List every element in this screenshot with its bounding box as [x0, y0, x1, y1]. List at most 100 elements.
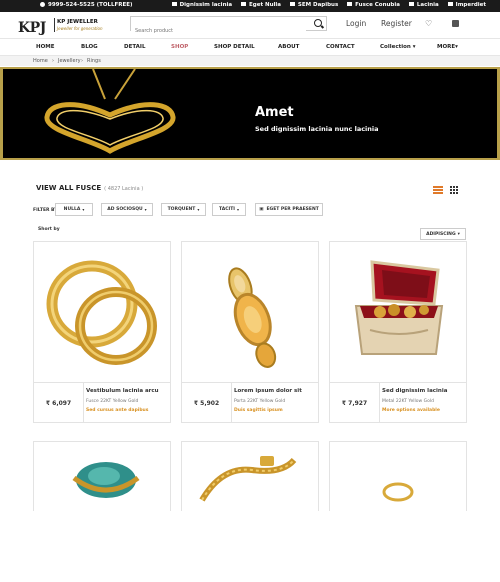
site-logo[interactable]: KPJ KP JEWELLER Jeweller for generation [18, 17, 103, 36]
phone-icon [40, 2, 45, 7]
nav-collection[interactable]: Collection ▾ [380, 44, 415, 50]
chevron-down-icon: ▾ [410, 44, 416, 50]
banner-title: Amet [255, 105, 294, 120]
hero-banner: Amet Sed dignissim lacinia nunc lacinia [0, 67, 500, 160]
product-image[interactable] [182, 242, 318, 382]
top-link-icon [447, 2, 453, 6]
nav-contact[interactable]: CONTACT [326, 44, 355, 50]
phone-number: 9999-524-5525 [48, 2, 95, 8]
product-metal: Metal 22KT Yellow Gold [382, 399, 434, 404]
logo-name: KP JEWELLER [57, 19, 98, 25]
product-price: ₹ 5,902 [182, 383, 232, 423]
calendar-icon: ▣ [259, 207, 264, 212]
top-link-icon [289, 2, 295, 6]
product-name[interactable]: Vestibulum lacinia arcu [86, 388, 159, 394]
product-image[interactable] [182, 442, 318, 582]
chevron-down-icon: ▾ [236, 207, 239, 212]
listing-count: ( 4827 Lacinia ) [104, 186, 144, 192]
nav-home[interactable]: HOME [36, 44, 55, 50]
gold-rings-image [46, 260, 157, 365]
top-link-icon [408, 2, 414, 6]
grid-view-icon[interactable] [450, 186, 459, 194]
jewellery-box-image [354, 260, 444, 355]
breadcrumb-home[interactable]: Home [33, 58, 48, 64]
filter-label: FILTER BY [33, 208, 58, 213]
product-info: ₹ 7,927 Sed dignissim lacinia Metal 22KT… [330, 382, 466, 423]
product-card[interactable] [329, 441, 467, 582]
top-link[interactable]: Fusce Conubia [347, 2, 400, 8]
nav-about[interactable]: ABOUT [278, 44, 299, 50]
product-link[interactable]: Sed cursus ante dapibus [86, 408, 148, 413]
top-link-icon [241, 2, 247, 6]
product-card[interactable]: ₹ 6,097 Vestibulum lacinia arcu Fusce 22… [33, 241, 171, 423]
chevron-down-icon: ▾ [144, 207, 147, 212]
nav-shop[interactable]: SHOP [171, 44, 188, 50]
product-name[interactable]: Sed dignissim lacinia [382, 388, 447, 394]
product-card[interactable]: ₹ 7,927 Sed dignissim lacinia Metal 22KT… [329, 241, 467, 423]
nav-more[interactable]: MORE▾ [437, 44, 458, 50]
logo-mark: KPJ [18, 20, 46, 36]
product-card[interactable] [181, 441, 319, 582]
top-link-icon [347, 2, 353, 6]
search-box [130, 16, 327, 38]
product-metal: Fusce 22KT Yellow Gold [86, 399, 139, 404]
product-image[interactable] [330, 242, 466, 382]
top-link[interactable]: Dignissim lacinia [171, 2, 232, 8]
listing-title: VIEW ALL FUSCE [36, 184, 102, 192]
breadcrumb-jewellery[interactable]: Jewellery [58, 58, 81, 64]
pendant-chain-right [114, 69, 136, 100]
login-link[interactable]: Login [346, 19, 366, 28]
filter-dropdown[interactable]: TACITI ▾ [212, 203, 246, 216]
product-link[interactable]: More options available [382, 408, 440, 413]
top-link[interactable]: SEM Dapibus [289, 2, 338, 8]
nav-shop-detail[interactable]: SHOP DETAIL [214, 44, 255, 50]
filter-dropdown[interactable]: AD SOCIOSQU ▾ [101, 203, 153, 216]
product-info: ₹ 5,902 Lorem ipsum dolor sit Porta 22KT… [182, 382, 318, 423]
product-link[interactable]: Duis sagittis ipsum [234, 408, 283, 413]
tollfree-phone[interactable]: 9999-524-5525 (TOLLFREE) [40, 2, 133, 8]
chevron-down-icon: ▾ [197, 207, 200, 212]
register-link[interactable]: Register [381, 19, 412, 28]
product-name[interactable]: Lorem ipsum dolor sit [234, 388, 302, 394]
wishlist-heart-icon[interactable]: ♡ [425, 19, 432, 28]
gold-chain-image [199, 456, 297, 502]
heart-pendant-image [44, 69, 176, 154]
chevron-down-icon: ▾ [455, 44, 458, 50]
main-nav: HOME BLOG DETAIL SHOP SHOP DETAIL ABOUT … [0, 38, 500, 56]
listing-heading: VIEW ALL FUSCE( 4827 Lacinia ) [36, 184, 143, 192]
chevron-down-icon: ▾ [82, 207, 85, 212]
product-card[interactable] [33, 441, 171, 582]
top-link[interactable]: Imperdiet [447, 2, 486, 8]
turquoise-ring-image [72, 462, 140, 498]
top-link-icon [171, 2, 177, 6]
filter-dropdown[interactable]: TORQUENT ▾ [161, 203, 206, 216]
top-link[interactable]: Eget Nulla [241, 2, 281, 8]
search-input[interactable] [131, 24, 306, 38]
chevron-down-icon: ▾ [457, 231, 460, 237]
product-image[interactable] [34, 242, 170, 382]
top-link[interactable]: Lacinia [408, 2, 439, 8]
logo-divider [54, 18, 55, 32]
product-metal: Porta 22KT Yellow Gold [234, 399, 286, 404]
product-image[interactable] [34, 442, 170, 582]
nav-detail[interactable]: DETAIL [124, 44, 145, 50]
breadcrumb-separator: › [81, 58, 83, 64]
product-card[interactable]: ₹ 5,902 Lorem ipsum dolor sit Porta 22KT… [181, 241, 319, 423]
filter-dropdown[interactable]: NULLA ▾ [55, 203, 93, 216]
product-image[interactable] [330, 442, 466, 582]
product-price: ₹ 7,927 [330, 383, 380, 423]
banner-border-left [0, 69, 3, 158]
product-price: ₹ 6,097 [34, 383, 84, 423]
nav-blog[interactable]: BLOG [81, 44, 98, 50]
sort-select[interactable]: ADIPISCING ▾ [420, 228, 466, 240]
site-header: KPJ KP JEWELLER Jeweller for generation … [0, 12, 500, 38]
sort-label: Short by [38, 227, 60, 232]
logo-tagline: Jeweller for generation [57, 26, 103, 31]
filter-dropdown[interactable]: ▣ EGET PER PRAESENT [255, 203, 323, 216]
breadcrumb-separator: › [52, 58, 54, 64]
list-view-icon[interactable] [433, 186, 443, 194]
search-icon[interactable] [314, 19, 322, 27]
breadcrumb: Home › Jewellery › Rings [0, 56, 500, 66]
breadcrumb-rings: Rings [87, 58, 101, 64]
shopping-bag-icon[interactable] [452, 20, 459, 27]
